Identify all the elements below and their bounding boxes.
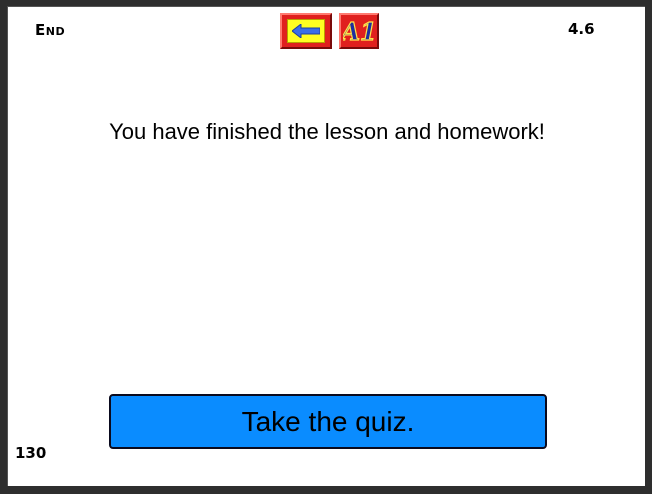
a1-label: A1 (343, 17, 375, 46)
take-quiz-button[interactable]: Take the quiz. (109, 394, 547, 449)
page-number: 130 (15, 444, 47, 462)
section-title: End (35, 21, 66, 39)
back-button-face (287, 19, 325, 43)
lesson-page: End A1 4.6 You have finished the lesson … (7, 6, 645, 486)
back-button[interactable] (280, 13, 332, 49)
a1-logo-icon: A1 (343, 16, 375, 46)
completion-message: You have finished the lesson and homewor… (109, 119, 545, 144)
arrow-left-icon (292, 24, 320, 38)
version-number: 4.6 (568, 20, 595, 38)
a1-button[interactable]: A1 (339, 13, 379, 49)
